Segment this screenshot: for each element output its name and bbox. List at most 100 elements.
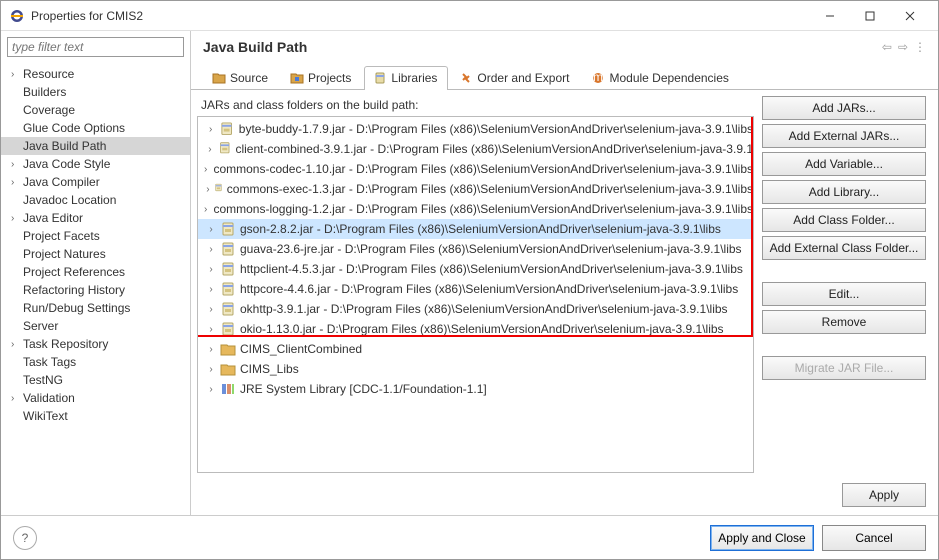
sidebar-item[interactable]: ›Resource [1,65,190,83]
jar-item-label: gson-2.8.2.jar - D:\Program Files (x86)\… [240,222,721,236]
jar-item[interactable]: ›client-combined-3.9.1.jar - D:\Program … [198,139,753,159]
jar-section: JARs and class folders on the build path… [197,96,754,473]
sidebar-item[interactable]: ›Task Repository [1,335,190,353]
tab-module-dependencies[interactable]: mModule Dependencies [582,66,739,90]
tab-order-and-export[interactable]: Order and Export [450,66,580,90]
menu-icon[interactable]: ⋮ [914,40,926,54]
jar-item[interactable]: ›okhttp-3.9.1.jar - D:\Program Files (x8… [198,299,753,319]
minimize-button[interactable] [810,2,850,30]
jar-item[interactable]: ›commons-codec-1.10.jar - D:\Program Fil… [198,159,753,179]
dialog-footer: ? Apply and Close Cancel [1,515,938,559]
sidebar-item[interactable]: Coverage [1,101,190,119]
jar-item[interactable]: ›CIMS_ClientCombined [198,339,753,359]
sidebar-item-label: Builders [21,85,66,99]
jar-item[interactable]: ›byte-buddy-1.7.9.jar - D:\Program Files… [198,119,753,139]
jar-icon [220,261,236,277]
add-class-folder-button[interactable]: Add Class Folder... [762,208,926,232]
jar-item-label: guava-23.6-jre.jar - D:\Program Files (x… [240,242,742,256]
edit-button[interactable]: Edit... [762,282,926,306]
jar-section-label: JARs and class folders on the build path… [201,98,750,112]
chevron-icon[interactable]: › [204,204,207,215]
close-button[interactable] [890,2,930,30]
sidebar-item[interactable]: Glue Code Options [1,119,190,137]
sidebar-item-label: Glue Code Options [21,121,125,135]
titlebar: Properties for CMIS2 [1,1,938,31]
tab-source[interactable]: Source [203,66,279,90]
chevron-icon[interactable]: › [204,324,218,335]
tab-label: Libraries [391,71,437,85]
sidebar-item-label: Refactoring History [21,283,125,297]
sidebar-item[interactable]: Project Facets [1,227,190,245]
cancel-button[interactable]: Cancel [822,525,926,551]
jar-item[interactable]: ›httpcore-4.4.6.jar - D:\Program Files (… [198,279,753,299]
sidebar-item[interactable]: ›Java Compiler [1,173,190,191]
sidebar-item[interactable]: ›Java Editor [1,209,190,227]
sidebar-item[interactable]: TestNG [1,371,190,389]
sidebar-item[interactable]: ›Java Code Style [1,155,190,173]
chevron-icon[interactable]: › [204,124,217,135]
apply-and-close-button[interactable]: Apply and Close [710,525,814,551]
filter-container [7,37,184,57]
help-button[interactable]: ? [13,526,37,550]
add-external-jars-button[interactable]: Add External JARs... [762,124,926,148]
jar-icon [220,321,236,337]
chevron-icon[interactable]: › [204,144,216,155]
sidebar-item[interactable]: Run/Debug Settings [1,299,190,317]
jar-item[interactable]: ›httpclient-4.5.3.jar - D:\Program Files… [198,259,753,279]
sidebar-item[interactable]: Builders [1,83,190,101]
back-icon[interactable]: ⇦ [882,40,892,54]
chevron-icon[interactable]: › [204,184,212,195]
jar-item[interactable]: › gson-2.8.2.jar - D:\Program Files (x86)… [198,219,753,239]
chevron-icon[interactable]: › [204,164,207,175]
add-variable-button[interactable]: Add Variable... [762,152,926,176]
remove-button[interactable]: Remove [762,310,926,334]
chevron-icon[interactable]: › [204,304,218,315]
sidebar-item-label: Project Facets [21,229,100,243]
sidebar-item[interactable]: Refactoring History [1,281,190,299]
add-external-class-folder-button[interactable]: Add External Class Folder... [762,236,926,260]
tab-libraries[interactable]: Libraries [364,66,448,90]
order-icon [459,71,473,85]
maximize-button[interactable] [850,2,890,30]
sidebar-item[interactable]: Project Natures [1,245,190,263]
sidebar-item-label: Project Natures [21,247,106,261]
chevron-icon[interactable]: › [204,224,218,235]
main-area: Java Build Path ⇦ ⇨ ⋮ SourceProjectsLibr… [191,31,938,515]
sidebar-item[interactable]: ›Validation [1,389,190,407]
jar-item-label: commons-exec-1.3.jar - D:\Program Files … [227,182,753,196]
sidebar-item-label: Resource [21,67,74,81]
sidebar-item-label: Validation [21,391,75,405]
jar-icon [220,301,236,317]
sidebar-item[interactable]: Task Tags [1,353,190,371]
add-jars-button[interactable]: Add JARs... [762,96,926,120]
jar-item[interactable]: › okio-1.13.0.jar - D:\Program Files (x86… [198,319,753,339]
chevron-icon[interactable]: › [204,364,218,375]
sidebar-item-label: Task Repository [21,337,108,351]
folder-icon [220,341,236,357]
chevron-icon[interactable]: › [204,344,218,355]
chevron-icon[interactable]: › [204,284,218,295]
apply-button[interactable]: Apply [842,483,926,507]
sidebar-item-label: WikiText [21,409,68,423]
jar-item[interactable]: ›JRE System Library [CDC-1.1/Foundation-… [198,379,753,399]
sidebar-tree[interactable]: ›Resource Builders Coverage Glue Code Optio… [1,63,190,515]
tab-projects[interactable]: Projects [281,66,362,90]
sidebar-item[interactable]: Java Build Path [1,137,190,155]
jar-item[interactable]: › CIMS_Libs [198,359,753,379]
jar-item[interactable]: ›commons-logging-1.2.jar - D:\Program Fi… [198,199,753,219]
add-library-button[interactable]: Add Library... [762,180,926,204]
forward-icon[interactable]: ⇨ [898,40,908,54]
jar-item[interactable]: › guava-23.6-jre.jar - D:\Program Files (… [198,239,753,259]
jar-item-label: CIMS_Libs [240,362,299,376]
jar-item[interactable]: › commons-exec-1.3.jar - D:\Program Files… [198,179,753,199]
filter-input[interactable] [7,37,184,57]
chevron-icon[interactable]: › [204,384,218,395]
chevron-icon[interactable]: › [204,244,218,255]
jar-list[interactable]: ›byte-buddy-1.7.9.jar - D:\Program Files… [198,117,753,472]
sidebar-item[interactable]: Server [1,317,190,335]
chevron-icon[interactable]: › [204,264,218,275]
sidebar-item[interactable]: Javadoc Location [1,191,190,209]
sidebar-item[interactable]: Project References [1,263,190,281]
sidebar-item[interactable]: WikiText [1,407,190,425]
jar-item-label: okio-1.13.0.jar - D:\Program Files (x86)… [240,322,724,336]
